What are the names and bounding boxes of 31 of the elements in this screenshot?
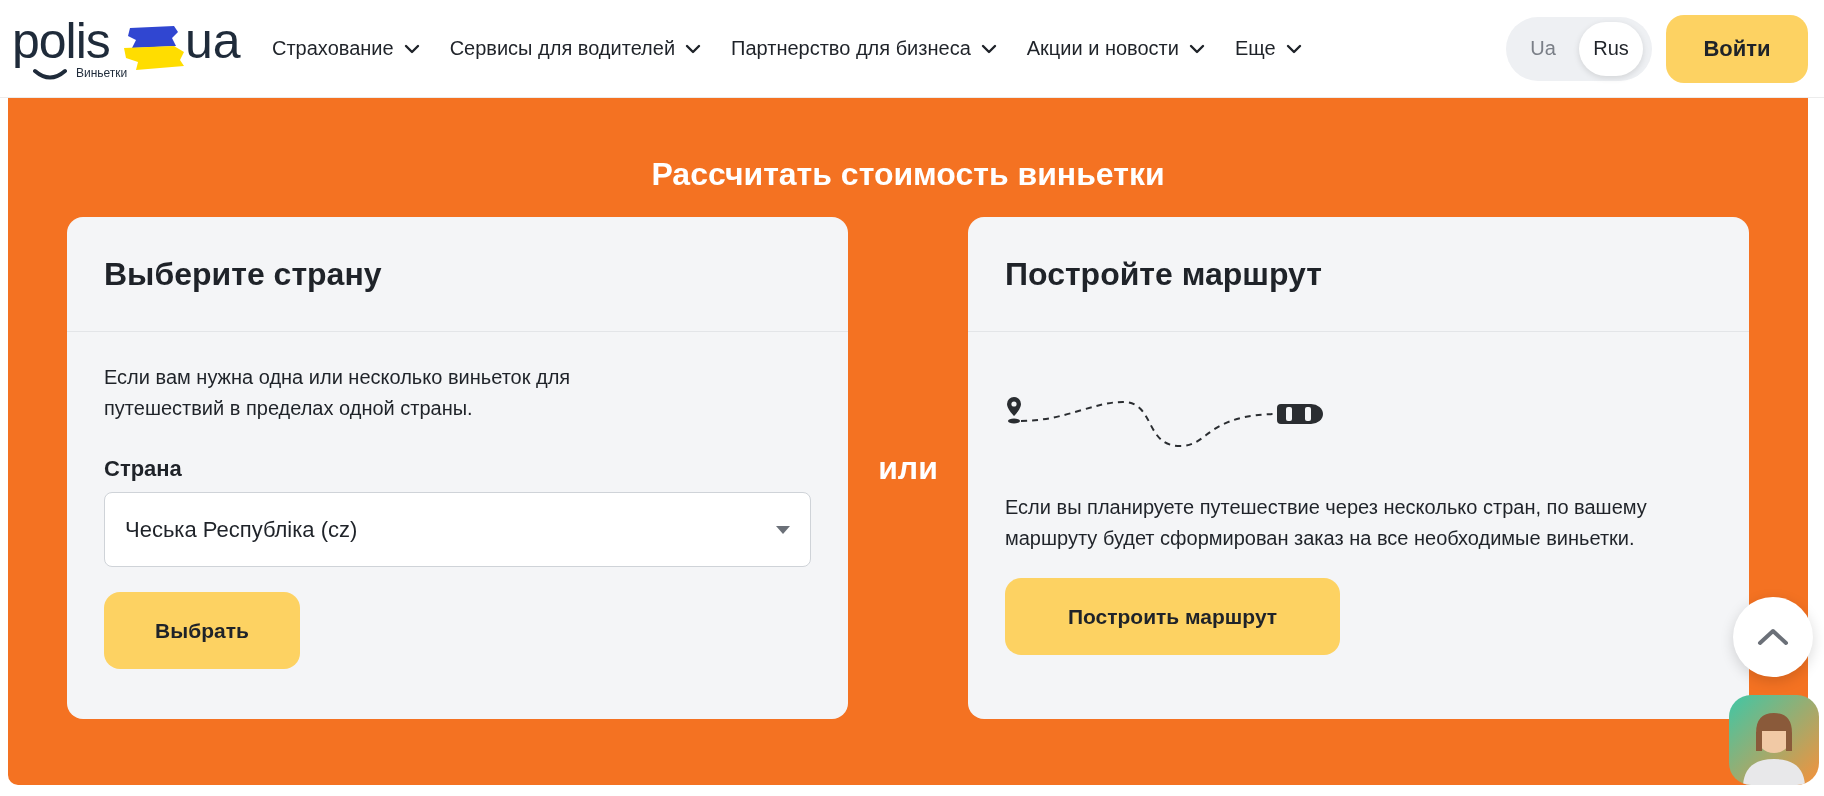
flag-icon: [124, 25, 186, 70]
chevron-down-icon: [1285, 43, 1302, 54]
chat-avatar-button[interactable]: [1729, 695, 1819, 785]
country-select[interactable]: Чеська Республіка (cz): [104, 492, 811, 567]
card-description: Если вам нужна одна или несколько виньеток для путешествий в пределах одной страны.: [104, 365, 572, 421]
nav-menu-item[interactable]: Страхование: [272, 37, 420, 60]
login-button[interactable]: Войти: [1666, 14, 1808, 83]
card-title: Выберите страну: [104, 255, 382, 293]
chevron-down-icon: [1188, 43, 1205, 54]
card-description: Если вы планируете путешествие через несколько стран, по вашему маршруту будет сформирован заказ на все необходимые виньетки.: [1005, 495, 1648, 551]
section-title: Рассчитать стоимость виньетки: [651, 156, 1165, 193]
chevron-down-icon: [980, 43, 997, 54]
language-option[interactable]: Ua: [1511, 21, 1575, 76]
nav-menu-item[interactable]: Акции и новости: [1026, 37, 1205, 60]
language-option[interactable]: Rus: [1579, 21, 1643, 76]
logo-subtitle: Виньетки: [76, 65, 128, 80]
smile-icon: [32, 67, 68, 82]
field-label: Страна: [104, 456, 182, 482]
nav-menu-item[interactable]: Сервисы для водителей: [449, 37, 702, 60]
nav-menu-item[interactable]: Партнерство для бизнеса: [731, 37, 997, 60]
chevron-up-icon: [1757, 628, 1789, 646]
card-title: Постройте маршрут: [1005, 255, 1322, 293]
dropdown-arrow-icon: [776, 525, 790, 534]
separator-text: или: [877, 449, 939, 487]
build-route-button[interactable]: Построить маршрут: [1005, 578, 1340, 655]
chevron-down-icon: [685, 43, 702, 54]
select-button[interactable]: Выбрать: [104, 592, 300, 669]
chevron-down-icon: [403, 43, 420, 54]
nav-menu-item[interactable]: Еще: [1234, 37, 1302, 60]
logo-text: ua: [185, 15, 241, 66]
logo-text: polis: [12, 15, 110, 66]
